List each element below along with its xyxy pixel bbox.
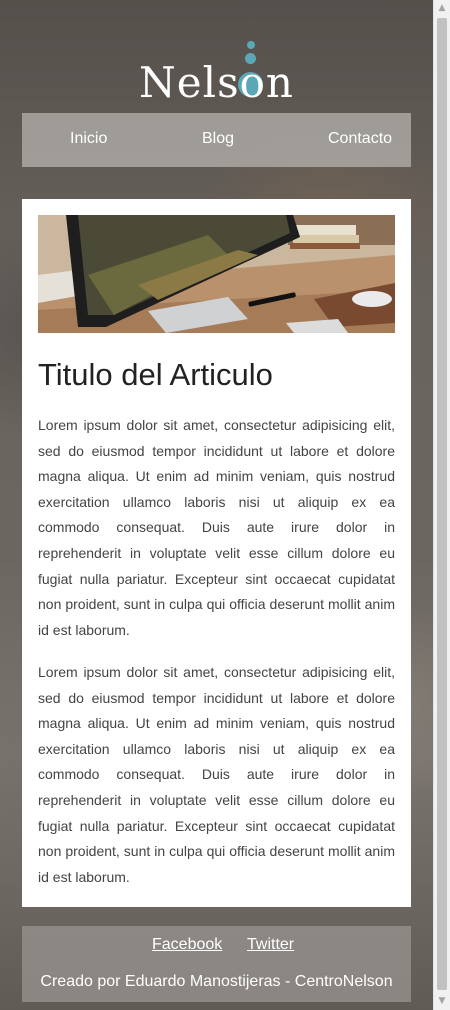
article-card: Titulo del Articulo Lorem ipsum dolor si… bbox=[22, 199, 411, 907]
vertical-scrollbar[interactable]: ▲ ▼ bbox=[433, 0, 450, 1010]
footer-link-twitter[interactable]: Twitter bbox=[247, 936, 294, 954]
scroll-up-arrow-icon[interactable]: ▲ bbox=[434, 0, 450, 17]
scroll-thumb[interactable] bbox=[437, 18, 447, 990]
article-paragraph: Lorem ipsum dolor sit amet, consectetur … bbox=[38, 664, 395, 885]
footer-link-facebook[interactable]: Facebook bbox=[152, 936, 222, 954]
nav-item-inicio[interactable]: Inicio bbox=[70, 130, 107, 148]
site-logo[interactable]: Nelson bbox=[0, 58, 433, 107]
scroll-down-arrow-icon[interactable]: ▼ bbox=[434, 993, 450, 1010]
main-nav: Inicio Blog Contacto bbox=[22, 113, 411, 167]
logo-dot-small bbox=[247, 41, 255, 49]
nav-item-blog[interactable]: Blog bbox=[202, 130, 234, 148]
article-paragraph: Lorem ipsum dolor sit amet, consectetur … bbox=[38, 417, 395, 638]
footer-credit: Creado por Eduardo Manostijeras - Centro… bbox=[40, 973, 393, 990]
article-image bbox=[38, 215, 395, 333]
site-footer: Facebook Twitter Creado por Eduardo Mano… bbox=[22, 926, 411, 1002]
article-title: Titulo del Articulo bbox=[38, 357, 273, 392]
nav-item-contacto[interactable]: Contacto bbox=[328, 130, 392, 148]
